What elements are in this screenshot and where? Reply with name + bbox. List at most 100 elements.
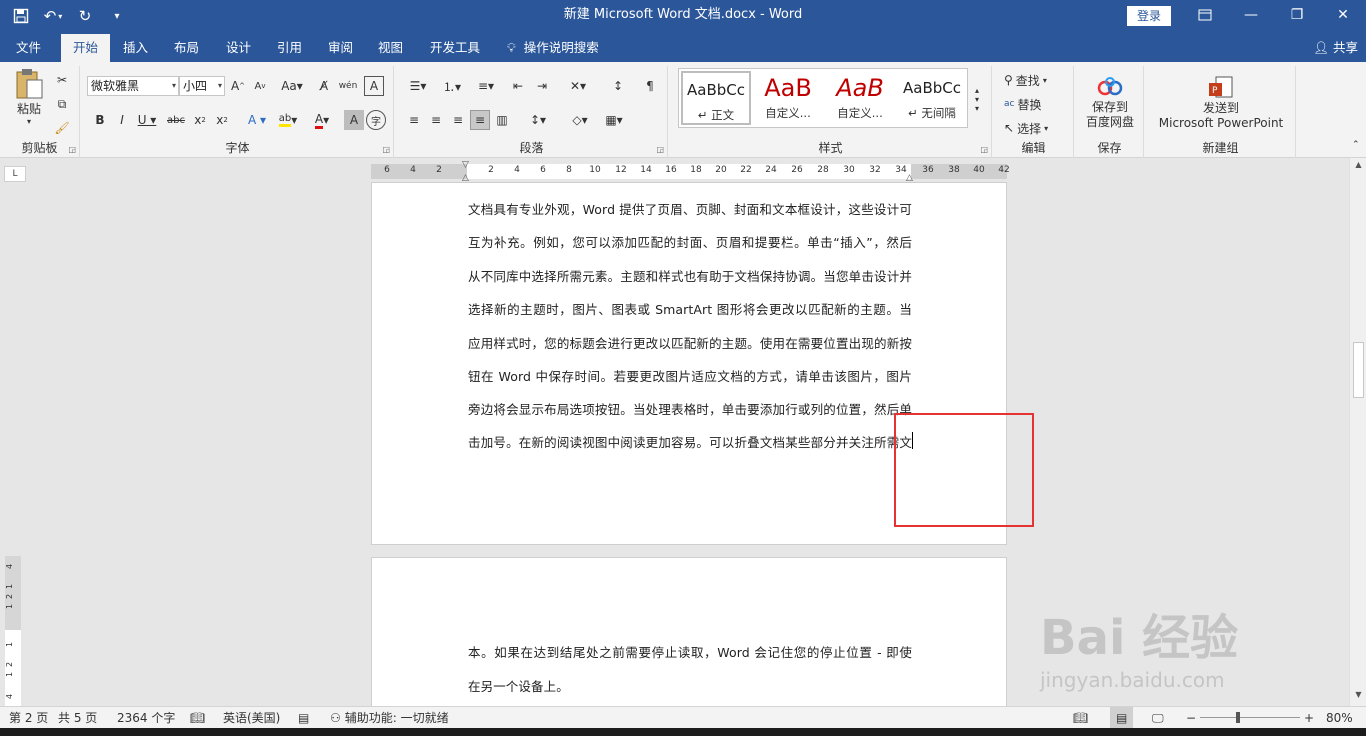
styles-launcher-icon[interactable]: ◲ — [980, 145, 988, 154]
cut-icon[interactable]: ✂ — [52, 70, 72, 90]
change-case-icon[interactable]: Aa▾ — [278, 76, 306, 96]
clear-formatting-icon[interactable]: A̸ — [314, 76, 334, 96]
scroll-up-icon[interactable]: ▲ — [1350, 160, 1366, 174]
first-line-indent-marker[interactable]: ▽ — [462, 160, 469, 170]
multilevel-list-icon[interactable]: ≡▾ — [472, 76, 500, 96]
close-icon[interactable]: ✕ — [1320, 0, 1366, 30]
scroll-down-icon[interactable]: ▼ — [1350, 690, 1366, 704]
replace-button[interactable]: ac 替换 — [1004, 94, 1041, 114]
zoom-in-icon[interactable]: + — [1304, 707, 1314, 729]
save-baidu-button[interactable]: 保存到 百度网盘 — [1080, 70, 1140, 136]
shrink-font-icon[interactable]: Av — [250, 76, 270, 96]
tab-design[interactable]: 设计 — [226, 34, 251, 62]
distributed-icon[interactable]: ▥ — [492, 110, 512, 130]
word-count[interactable]: 2364 个字 — [117, 707, 175, 729]
paste-button[interactable]: 粘贴 ▾ — [10, 68, 48, 126]
share-button[interactable]: 👤︎ 共享 — [1313, 34, 1358, 62]
zoom-level[interactable]: 80% — [1326, 707, 1353, 729]
increase-indent-icon[interactable]: ⇥ — [532, 76, 552, 96]
zoom-out-icon[interactable]: − — [1186, 707, 1196, 729]
copy-icon[interactable]: ⧉ — [52, 94, 72, 114]
ribbon-display-icon[interactable] — [1182, 0, 1228, 30]
document-page-2[interactable]: 本。如果在达到结尾处之前需要停止读取，Word 会记住您的停止位置 - 即使 在… — [371, 557, 1007, 717]
grow-font-icon[interactable]: A ^ — [228, 76, 248, 96]
styles-scroll[interactable]: ▴ ▾ ▾ — [970, 70, 984, 128]
font-color-icon[interactable]: A ▾ — [308, 110, 336, 130]
send-to-powerpoint-button[interactable]: P 发送到 Microsoft PowerPoint — [1150, 70, 1292, 136]
page-number[interactable]: 第 2 页 — [9, 707, 48, 729]
style-no-spacing[interactable]: AaBbCc ↵ 无间隔 — [897, 71, 967, 125]
accessibility-status[interactable]: ⚇ 辅助功能: 一切就绪 — [330, 707, 449, 729]
font-launcher-icon[interactable]: ◲ — [382, 145, 390, 154]
chinese-layout-icon[interactable]: ✕▾ — [564, 76, 592, 96]
save-icon[interactable] — [8, 4, 34, 28]
text-line: 本。如果在达到结尾处之前需要停止读取，Word 会记住您的停止位置 - 即使 — [468, 645, 912, 660]
horizontal-ruler[interactable]: 6 4 2 2 4 6 8 10 12 14 16 18 20 22 24 26… — [371, 160, 1010, 183]
superscript-icon[interactable]: x2 — [212, 110, 232, 130]
character-border-icon[interactable]: A — [364, 76, 384, 96]
language[interactable]: 英语(美国) — [223, 707, 280, 729]
align-center-icon[interactable]: ≡ — [426, 110, 446, 130]
tab-insert[interactable]: 插入 — [123, 34, 148, 62]
enclose-characters-icon[interactable]: 字 — [366, 110, 386, 130]
format-painter-icon[interactable]: 🖌︎ — [52, 118, 72, 138]
macro-icon[interactable]: ▤ — [298, 707, 309, 729]
align-right-icon[interactable]: ≡ — [448, 110, 468, 130]
highlight-icon[interactable]: ab ▾ — [274, 110, 302, 130]
decrease-indent-icon[interactable]: ⇤ — [508, 76, 528, 96]
scroll-thumb[interactable] — [1353, 342, 1364, 398]
tab-developer[interactable]: 开发工具 — [430, 34, 480, 62]
bullets-icon[interactable]: ☰▾ — [404, 76, 432, 96]
clipboard-launcher-icon[interactable]: ◲ — [68, 145, 76, 154]
shading-icon[interactable]: ◇▾ — [566, 110, 594, 130]
tab-file[interactable]: 文件 — [16, 34, 41, 62]
justify-icon[interactable]: ≡ — [470, 110, 490, 130]
zoom-slider[interactable] — [1200, 717, 1300, 718]
font-name-combo[interactable]: 微软雅黑 ▾ — [87, 76, 179, 96]
select-button[interactable]: ↖ 选择 ▾ — [1004, 118, 1048, 138]
undo-icon[interactable]: ↶ ▾ — [40, 4, 66, 28]
zoom-thumb[interactable] — [1236, 712, 1240, 723]
show-marks-icon[interactable]: ¶ — [640, 76, 660, 96]
borders-icon[interactable]: ▦▾ — [600, 110, 628, 130]
tab-references[interactable]: 引用 — [277, 34, 302, 62]
tab-review[interactable]: 审阅 — [328, 34, 353, 62]
bold-icon[interactable]: B — [90, 110, 110, 130]
tab-selector[interactable]: L — [4, 166, 26, 182]
sort-icon[interactable]: ↕ — [608, 76, 628, 96]
vertical-ruler[interactable]: 4 1 2 1 1 2 1 4 — [5, 556, 21, 706]
align-left-icon[interactable]: ≡ — [404, 110, 424, 130]
style-custom-1[interactable]: AaB 自定义... — [753, 71, 823, 125]
customize-qat-icon[interactable]: ▾ — [104, 4, 130, 28]
tell-me-search[interactable]: 💡︎ 操作说明搜索 — [507, 34, 599, 62]
tab-layout[interactable]: 布局 — [174, 34, 199, 62]
web-layout-icon[interactable]: 🖵︎ — [1152, 707, 1164, 729]
proofing-icon[interactable]: 📖︎ — [190, 707, 205, 729]
paragraph-launcher-icon[interactable]: ◲ — [656, 145, 664, 154]
numbering-icon[interactable]: ⒈▾ — [438, 76, 466, 96]
accessibility-label: 辅助功能: 一切就绪 — [344, 711, 449, 725]
vertical-scrollbar[interactable]: ▲ ▼ — [1349, 158, 1366, 706]
text-line: 击加号。在新的阅读视图中阅读更加容易。可以折叠文档某些部分并关注所需文 — [468, 435, 912, 450]
style-custom-2[interactable]: AaB 自定义... — [825, 71, 895, 125]
find-button[interactable]: ⚲ 查找 ▾ — [1004, 70, 1047, 90]
text-effects-icon[interactable]: A ▾ — [244, 110, 270, 130]
line-spacing-icon[interactable]: ↕▾ — [524, 110, 552, 130]
style-normal[interactable]: AaBbCc ↵ 正文 — [681, 71, 751, 125]
collapse-ribbon-icon[interactable]: ⌃ — [1352, 140, 1360, 150]
italic-icon[interactable]: I — [112, 110, 132, 130]
print-layout-icon[interactable]: ▤ — [1110, 707, 1134, 729]
redo-icon[interactable]: ↻ — [72, 4, 98, 28]
restore-icon[interactable]: ❐ — [1274, 0, 1320, 30]
minimize-icon[interactable]: — — [1228, 0, 1274, 30]
underline-icon[interactable]: U ▾ — [134, 110, 160, 130]
character-shading-icon[interactable]: A — [344, 110, 364, 130]
subscript-icon[interactable]: x2 — [190, 110, 210, 130]
strikethrough-icon[interactable]: abc — [166, 110, 186, 130]
tab-home[interactable]: 开始 — [61, 34, 111, 62]
tab-view[interactable]: 视图 — [378, 34, 403, 62]
font-size-combo[interactable]: 小四 ▾ — [179, 76, 225, 96]
login-button[interactable]: 登录 — [1127, 6, 1171, 26]
read-mode-icon[interactable]: 📖︎ — [1073, 707, 1088, 729]
phonetic-guide-icon[interactable]: wén — [338, 76, 358, 96]
